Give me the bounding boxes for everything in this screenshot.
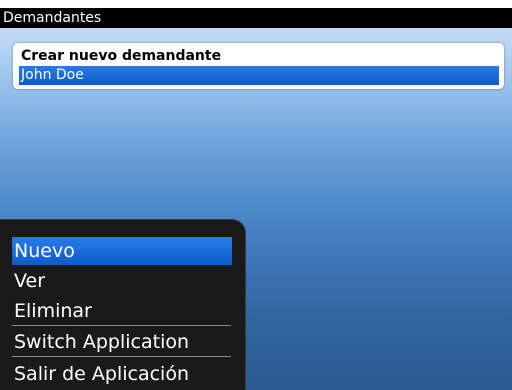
screen: Demandantes Crear nuevo demandante John … — [0, 0, 512, 390]
title-bar: Demandantes — [0, 8, 512, 28]
menu-separator — [12, 325, 231, 326]
menu-separator — [12, 356, 231, 357]
screen-title: Demandantes — [3, 10, 102, 26]
context-menu: Nuevo Ver Eliminar Switch Application Sa… — [0, 219, 246, 390]
menu-item-ver[interactable]: Ver — [12, 267, 232, 295]
list-item-john-doe[interactable]: John Doe — [19, 66, 499, 85]
menu-item-salir-de-aplicacion[interactable]: Salir de Aplicación — [12, 360, 232, 388]
menu-item-nuevo[interactable]: Nuevo — [12, 237, 232, 265]
menu-item-switch-application[interactable]: Switch Application — [12, 328, 232, 356]
create-new-claimant-item[interactable]: Crear nuevo demandante — [19, 48, 500, 65]
claimants-list: Crear nuevo demandante John Doe — [13, 43, 504, 89]
menu-item-eliminar[interactable]: Eliminar — [12, 297, 232, 325]
